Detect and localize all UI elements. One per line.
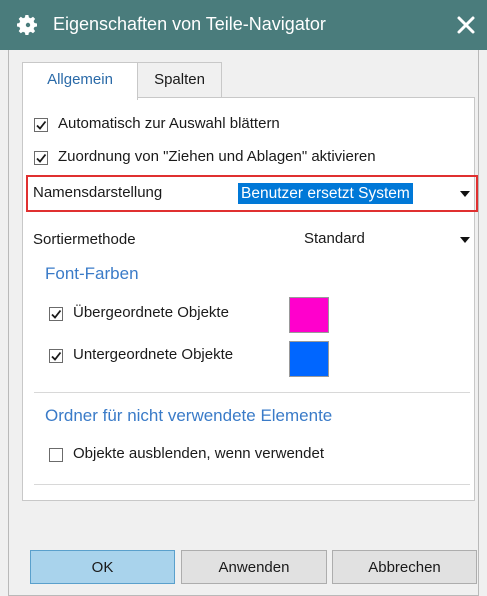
window-title: Eigenschaften von Teile-Navigator (53, 14, 326, 34)
section-divider (34, 484, 470, 485)
name-display-dropdown[interactable]: Benutzer ersetzt System (236, 181, 473, 207)
tab-allgemein[interactable]: Allgemein (22, 62, 138, 100)
hide-objects-checkbox[interactable] (49, 448, 63, 462)
chevron-down-icon (460, 191, 470, 197)
child-objects-checkbox[interactable] (49, 349, 63, 363)
drag-drop-label: Zuordnung von "Ziehen und Ablagen" aktiv… (58, 148, 376, 165)
auto-scroll-label: Automatisch zur Auswahl blättern (58, 115, 280, 132)
tab-allgemein-label: Allgemein (47, 71, 113, 88)
checkmark-icon (51, 309, 62, 319)
name-display-value: Benutzer ersetzt System (238, 183, 413, 204)
sort-method-value: Standard (304, 230, 365, 247)
sort-method-dropdown[interactable]: Standard (296, 226, 473, 252)
section-divider (34, 392, 470, 393)
cancel-button-label: Abbrechen (368, 559, 441, 576)
auto-scroll-checkbox[interactable] (34, 118, 48, 132)
unused-folder-heading: Ordner für nicht verwendete Elemente (45, 406, 333, 425)
cancel-button[interactable]: Abbrechen (332, 550, 477, 584)
ok-button-label: OK (91, 559, 114, 576)
tab-spalten[interactable]: Spalten (138, 62, 222, 98)
checkmark-icon (51, 351, 62, 361)
name-display-label: Namensdarstellung (33, 184, 163, 201)
checkmark-icon (36, 153, 47, 163)
ok-button[interactable]: OK (30, 550, 175, 584)
apply-button[interactable]: Anwenden (181, 550, 327, 584)
child-objects-label: Untergeordnete Objekte (73, 346, 234, 363)
gear-icon (17, 15, 37, 35)
parent-color-swatch[interactable] (289, 297, 329, 333)
sort-method-label: Sortiermethode (33, 231, 136, 248)
tab-spalten-label: Spalten (154, 71, 205, 88)
hide-objects-label: Objekte ausblenden, wenn verwendet (73, 445, 325, 462)
checkmark-icon (36, 120, 47, 130)
close-icon[interactable] (453, 12, 479, 38)
parent-objects-checkbox[interactable] (49, 307, 63, 321)
apply-button-label: Anwenden (218, 559, 290, 576)
chevron-down-icon (460, 237, 470, 243)
font-colors-heading: Font-Farben (45, 264, 139, 283)
title-bar: Eigenschaften von Teile-Navigator (0, 0, 487, 50)
child-color-swatch[interactable] (289, 341, 329, 377)
parent-objects-label: Übergeordnete Objekte (73, 304, 229, 321)
properties-dialog: Eigenschaften von Teile-Navigator Allgem… (0, 0, 487, 596)
drag-drop-checkbox[interactable] (34, 151, 48, 165)
